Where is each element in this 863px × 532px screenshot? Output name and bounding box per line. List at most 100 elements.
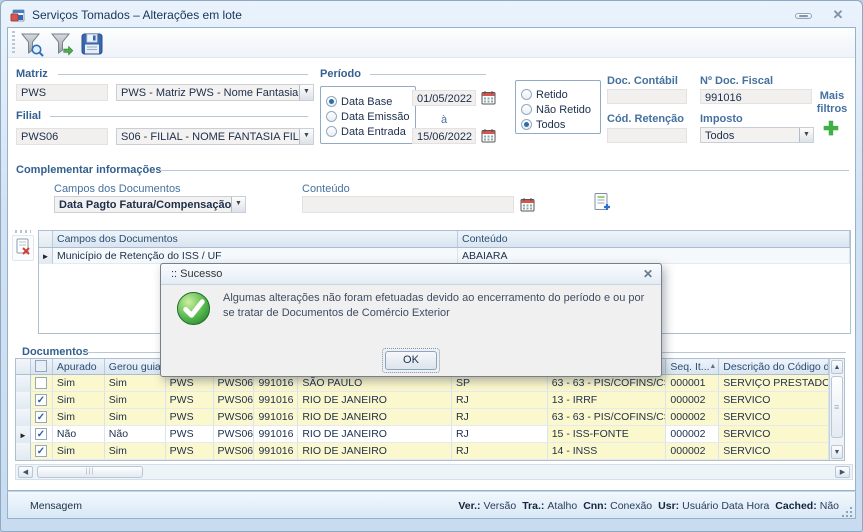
column-header[interactable]: Seq. It...▲ <box>666 359 719 374</box>
resize-grip-icon[interactable] <box>842 505 853 516</box>
calendar-icon[interactable] <box>481 128 496 143</box>
dialog-title-bar[interactable]: :: Sucesso ✕ <box>161 264 661 285</box>
table-cell: RIO DE JANEIRO <box>298 426 452 443</box>
table-cell: Não <box>105 426 166 443</box>
table-cell: Sim <box>105 392 166 409</box>
cod-retencao-field[interactable] <box>607 128 687 143</box>
scroll-up-icon[interactable]: ▲ <box>831 360 843 374</box>
column-header[interactable]: Descrição do Código do F <box>719 359 829 374</box>
table-cell: PWS <box>166 375 214 392</box>
save-button[interactable] <box>78 30 106 57</box>
table-cell: 991016 <box>254 409 298 426</box>
filial-combo[interactable]: S06 - FILIAL - NOME FANTASIA FILIAL PWS0… <box>116 128 314 145</box>
radio-data-emissao[interactable]: Data Emissão <box>326 107 409 121</box>
select-all-header[interactable] <box>31 359 53 374</box>
horizontal-scrollbar[interactable]: ◀ ▶ <box>15 464 853 480</box>
checkbox-checked-icon[interactable]: ✓ <box>35 411 47 423</box>
remove-row-button[interactable] <box>12 235 34 261</box>
dialog-message: Algumas alterações não foram efetuadas d… <box>223 291 655 321</box>
filter-search-button[interactable] <box>18 30 46 57</box>
radio-icon <box>521 104 532 115</box>
matriz-code-field[interactable]: PWS <box>16 84 108 101</box>
column-header[interactable]: Conteúdo <box>458 231 850 247</box>
dialog-close-button[interactable]: ✕ <box>643 267 653 281</box>
chevron-down-icon[interactable] <box>799 127 814 143</box>
matriz-combo[interactable]: PWS - Matriz PWS - Nome Fantasia Matriz … <box>116 84 314 101</box>
checkbox-checked-icon[interactable]: ✓ <box>35 445 47 457</box>
grid-mini-toolbar <box>10 230 36 261</box>
table-row[interactable]: ► Município de Retenção do ISS / UF ABAI… <box>39 248 850 264</box>
plus-icon[interactable]: ✚ <box>823 122 839 137</box>
filial-rule <box>50 116 308 117</box>
table-cell: PWS <box>166 443 214 460</box>
radio-data-base[interactable]: Data Base <box>326 92 392 106</box>
ok-button[interactable]: OK <box>385 351 437 370</box>
row-selector: ► <box>39 248 53 264</box>
table-cell: Sim <box>53 375 105 392</box>
row-selector <box>16 375 31 392</box>
table-row[interactable]: ►✓NãoNãoPWSPWS06991016RIO DE JANEIRORJ15… <box>16 426 829 443</box>
title-bar[interactable]: Serviços Tomados – Alterações em lote ✕ <box>1 1 862 27</box>
doc-contabil-label: Doc. Contábil <box>607 75 678 87</box>
funnel-green-arrow-icon <box>49 31 75 57</box>
minimize-icon <box>795 13 812 19</box>
complementar-group-label: Complementar informações <box>16 164 161 176</box>
chevron-down-icon[interactable] <box>231 196 246 213</box>
status-value: Atalho <box>547 500 577 512</box>
row-selector <box>16 443 31 460</box>
radio-nao-retido[interactable]: Não Retido <box>521 100 591 114</box>
radio-selected-icon <box>326 96 337 107</box>
checkbox-unchecked-icon[interactable] <box>35 377 47 389</box>
calendar-icon[interactable] <box>481 90 496 105</box>
table-cell: 000002 <box>666 392 719 409</box>
date-to-field[interactable]: 15/06/2022 <box>412 128 476 144</box>
checkbox-checked-icon[interactable]: ✓ <box>35 428 47 440</box>
table-row[interactable]: ✓SimSimPWSPWS06991016RIO DE JANEIRORJ13 … <box>16 392 829 409</box>
filial-group-label: Filial <box>16 110 41 122</box>
hscroll-thumb[interactable] <box>37 466 143 478</box>
column-header[interactable]: Gerou guia? <box>105 359 166 374</box>
campos-documentos-combo[interactable]: Data Pagto Fatura/Compensação <box>54 196 246 213</box>
chevron-down-icon[interactable] <box>299 84 314 101</box>
close-button[interactable]: ✕ <box>826 7 850 21</box>
calendar-icon[interactable] <box>520 197 535 212</box>
doc-contabil-field[interactable] <box>607 89 687 104</box>
filial-code-field[interactable]: PWS06 <box>16 128 108 145</box>
filter-apply-button[interactable] <box>48 30 76 57</box>
radio-data-entrada[interactable]: Data Entrada <box>326 122 406 136</box>
minimize-button[interactable] <box>792 9 816 23</box>
radio-todos[interactable]: Todos <box>521 115 565 129</box>
table-cell: 000001 <box>666 375 719 392</box>
table-cell: RIO DE JANEIRO <box>298 409 452 426</box>
chevron-down-icon[interactable] <box>299 128 314 145</box>
table-cell: 000002 <box>666 426 719 443</box>
checkbox-checked-icon[interactable]: ✓ <box>35 394 47 406</box>
success-check-icon <box>176 291 211 331</box>
imposto-combo[interactable]: Todos <box>700 127 814 143</box>
date-from-field[interactable]: 01/05/2022 <box>412 90 476 106</box>
conteudo-field[interactable] <box>302 196 514 213</box>
column-header[interactable]: Campos dos Documentos <box>53 231 458 247</box>
checkbox-unchecked-icon[interactable] <box>35 360 47 372</box>
table-cell: 14 - INSS <box>548 443 667 460</box>
table-cell: 63 - 63 - PIS/COFINS/CSLL <box>548 409 667 426</box>
drag-dots-icon <box>15 230 31 233</box>
add-to-list-button[interactable] <box>592 192 612 217</box>
table-row[interactable]: ✓SimSimPWSPWS06991016RIO DE JANEIRORJ63 … <box>16 409 829 426</box>
table-row[interactable]: ✓SimSimPWSPWS06991016RIO DE JANEIRORJ14 … <box>16 443 829 460</box>
table-cell: PWS <box>166 392 214 409</box>
vertical-scrollbar[interactable]: ▲ ▼ <box>829 359 844 460</box>
radio-retido[interactable]: Retido <box>521 85 568 99</box>
column-header[interactable]: Apurado <box>53 359 105 374</box>
toolbar-grip[interactable] <box>12 31 15 54</box>
scroll-right-icon[interactable]: ▶ <box>835 466 850 478</box>
num-doc-fiscal-field[interactable]: 991016 <box>700 89 812 104</box>
status-value: Conexão <box>610 500 652 512</box>
table-row[interactable]: SimSimPWSPWS06991016SÃO PAULOSP63 - 63 -… <box>16 375 829 392</box>
table-cell: PWS06 <box>214 375 255 392</box>
vscroll-thumb[interactable] <box>831 376 843 438</box>
row-checkbox-cell: ✓ <box>31 409 53 426</box>
scroll-left-icon[interactable]: ◀ <box>18 466 33 478</box>
scroll-down-icon[interactable]: ▼ <box>831 445 843 459</box>
table-cell: 991016 <box>254 443 298 460</box>
